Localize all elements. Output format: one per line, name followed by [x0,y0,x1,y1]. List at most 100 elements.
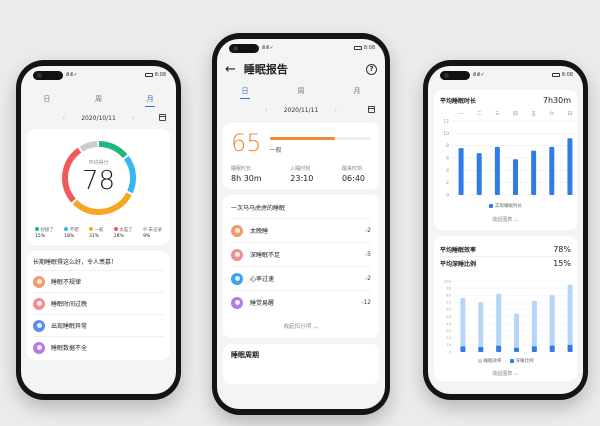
y-tick-label: 2 [446,180,449,186]
next-date-icon[interactable]: › [334,106,337,114]
tab-week[interactable]: 周 [288,86,314,99]
list-item[interactable]: 太晚睡 -2 [231,218,371,242]
score-bar-fill [269,137,336,140]
bar [460,346,466,352]
efficiency-card: 平均睡眠效率 78% 平均深睡比例 15% 100 90 80 70 60 50 40 30 2… [434,236,579,381]
y-tick-label: 100 [444,278,452,283]
camera-cutout [33,70,63,80]
list-item[interactable]: 睡眠数据不全 [33,336,164,358]
list-item[interactable]: 深睡眠不足 -5 [231,242,371,266]
tab-month[interactable]: 月 [344,86,370,99]
calendar-icon[interactable] [159,114,166,121]
bar [549,295,555,352]
y-tick-label: 20 [446,335,451,340]
sleep-stats: 睡眠时长 8h 30m 入睡时刻 23:10 醒来时刻 06:40 [231,165,371,183]
bar [478,302,484,352]
status-bar: ıll ıll ✓ 8:08 [428,66,583,84]
title-bar: ← 睡眠报告 ? [217,57,385,81]
eye-icon [33,341,45,354]
score-bar [269,137,371,140]
battery-icon [551,73,560,77]
camera-cutout [229,43,259,53]
legend-item: 未记录 9% [143,227,162,239]
y-tick-label: 80 [446,293,451,298]
screen-left: ıll ıll ✓ 8:08 日 周 月 ‹ 2020/10/11 › 平均得分… [21,66,176,394]
bar [458,148,464,195]
status-time: 8:08 [561,72,573,78]
x-tick-label: 六 [550,110,555,117]
y-tick-label: 8 [446,143,449,149]
signal-icon: ıll ıll ✓ [473,72,485,78]
phone-left: ıll ıll ✓ 8:08 日 周 月 ‹ 2020/10/11 › 平均得分… [16,60,181,400]
x-tick-label: 五 [531,111,536,117]
prev-date-icon[interactable]: ‹ [265,106,268,114]
bed-icon [231,248,243,261]
legend-item: 不错 18% [64,227,79,239]
x-tick-label: 二 [477,111,482,117]
collapse-chart-button[interactable]: 收起图表 ︿ [440,209,571,226]
list-item[interactable]: 睡眠不规律 [33,270,164,292]
score-card: 65 一般 睡眠时长 8h 30m 入睡时刻 23:10 醒来时刻 06:40 [223,123,379,189]
x-tick-label: 日 [568,111,573,117]
phone-middle: ıll ıll ✓ 8:08 ← 睡眠报告 ? 日 周 月 ‹ 2020/11/… [212,33,390,415]
legend-item: 太差了 28% [113,227,133,239]
y-tick-label: 40 [446,321,451,326]
battery-icon [353,46,362,50]
period-tabs: 日 周 月 [217,86,385,99]
bar [513,159,518,195]
next-date-icon[interactable]: › [132,114,135,122]
bar [514,347,519,352]
eye-icon [231,296,243,309]
collapse-chart-button[interactable]: 收起图表 ︿ [440,364,571,379]
help-icon[interactable]: ? [366,63,377,75]
bar [476,153,482,195]
phone-right: ıll ıll ✓ 8:08 平均睡眠时长 7h30m 12 10 8 6 4 2 0 一二三… [423,60,588,400]
bar [567,138,573,195]
date-switcher: ‹ 2020/10/11 › [21,113,176,123]
ring-label: 平均得分 [88,160,109,166]
page-title: 睡眠报告 [243,63,288,76]
deduction-card: 一次马马虎虎的睡眠 太晚睡 -2 深睡眠不足 -5 心率过速 -2 睡觉易醒 -12 收… [223,195,379,338]
tab-week[interactable]: 周 [85,94,111,107]
y-tick-label: 90 [446,285,451,290]
back-arrow-icon[interactable]: ← [225,62,236,77]
stat-wake-time: 醒来时刻 06:40 [341,166,365,183]
insight-card: 长期睡眠得这么好，令人羡慕！ 睡眠不规律 睡眠时间过晚 出现睡眠异常 睡眠数据不… [27,251,170,360]
irregular-sleep-icon [33,275,45,288]
signal-icon: ıll ıll ✓ [66,72,78,78]
list-item[interactable]: 心率过速 -2 [231,266,371,290]
bar [549,345,555,352]
stat-sleep-time: 入睡时刻 23:10 [290,166,314,183]
prev-date-icon[interactable]: ‹ [62,114,65,122]
tab-day[interactable]: 日 [232,86,258,99]
deep-sleep-row: 平均深睡比例 15% [440,256,571,270]
bar [460,298,466,352]
sleep-score: 65 [231,129,262,157]
list-item[interactable]: 睡觉易醒 -12 [231,290,371,314]
y-tick-label: 12 [443,119,449,125]
y-tick-label: 6 [446,156,449,162]
section-title: 睡眠周期 [231,351,259,359]
status-time: 8:08 [154,72,166,78]
y-tick-label: 30 [446,328,451,333]
avg-duration-value: 7h30m [542,96,571,105]
camera-cutout [440,70,470,80]
list-item[interactable]: 睡眠时间过晚 [33,292,164,314]
date-switcher: ‹ 2020/11/11 › [217,105,385,115]
collapse-deductions-button[interactable]: 收起扣分项 ︿ [231,314,371,336]
legend-item: 好极了 15% [35,227,54,239]
bar [567,344,573,352]
screen-middle: ıll ıll ✓ 8:08 ← 睡眠报告 ? 日 周 月 ‹ 2020/11/… [217,39,385,409]
sleep-cycle-card: 睡眠周期 [223,344,379,384]
calendar-icon[interactable] [368,106,375,113]
tab-month[interactable]: 月 [137,94,163,107]
y-tick-label: 10 [446,342,451,347]
tab-day[interactable]: 日 [34,94,60,107]
battery-icon [144,73,153,77]
score-card: 平均得分 78 好极了 15% 不错 18% 一般 31% 太差了 28% 未记录 9% [27,129,170,245]
list-item[interactable]: 出现睡眠异常 [33,314,164,336]
legend-item: 一般 31% [89,227,104,239]
current-date: 2020/10/11 [81,114,116,122]
legend-swatch [509,359,514,363]
score-ring: 平均得分 78 [58,137,140,219]
